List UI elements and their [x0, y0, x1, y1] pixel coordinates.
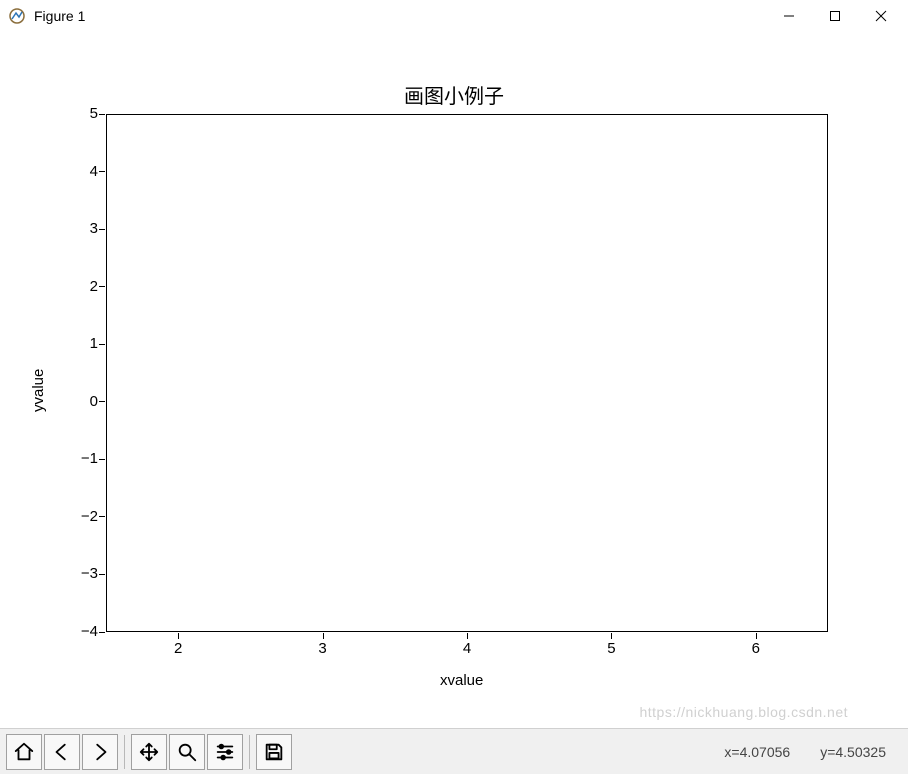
zoom-button[interactable] — [169, 734, 205, 770]
save-button[interactable] — [256, 734, 292, 770]
toolbar-separator — [124, 735, 125, 769]
pan-button[interactable] — [131, 734, 167, 770]
y-tick: 3 — [66, 220, 98, 237]
back-button[interactable] — [44, 734, 80, 770]
maximize-button[interactable] — [812, 0, 858, 32]
y-tick: −1 — [66, 450, 98, 467]
y-tick: −2 — [66, 508, 98, 525]
navigation-toolbar: x=4.07056 y=4.50325 — [0, 728, 908, 774]
forward-button[interactable] — [82, 734, 118, 770]
minimize-button[interactable] — [766, 0, 812, 32]
x-tick: 2 — [163, 640, 193, 657]
configure-subplots-button[interactable] — [207, 734, 243, 770]
x-tick: 4 — [452, 640, 482, 657]
figure-window: Figure 1 画图小例子 −4 −3 −2 −1 0 1 2 3 4 5 2 3 4 5 6 yval… — [0, 0, 908, 774]
y-tick: −3 — [66, 565, 98, 582]
y-tick: 0 — [66, 393, 98, 410]
chart-title: 画图小例子 — [0, 80, 908, 109]
x-tick: 5 — [596, 640, 626, 657]
window-title: Figure 1 — [34, 8, 85, 24]
figure-canvas[interactable]: 画图小例子 −4 −3 −2 −1 0 1 2 3 4 5 2 3 4 5 6 yvalue xvalue… — [0, 32, 908, 728]
x-axis-label: xvalue — [440, 672, 483, 689]
cursor-y: y=4.50325 — [820, 744, 886, 760]
y-tick: 5 — [66, 105, 98, 122]
cursor-x: x=4.07056 — [724, 744, 790, 760]
titlebar: Figure 1 — [0, 0, 908, 32]
y-tick: 4 — [66, 163, 98, 180]
home-button[interactable] — [6, 734, 42, 770]
plot-area[interactable] — [106, 114, 828, 632]
watermark: https://nickhuang.blog.csdn.net — [639, 704, 848, 720]
y-tick: −4 — [66, 623, 98, 640]
y-tick: 2 — [66, 278, 98, 295]
cursor-coordinates: x=4.07056 y=4.50325 — [724, 744, 902, 760]
app-icon — [8, 7, 26, 25]
x-tick: 3 — [308, 640, 338, 657]
y-tick: 1 — [66, 335, 98, 352]
close-button[interactable] — [858, 0, 904, 32]
x-tick: 6 — [741, 640, 771, 657]
y-axis-label: yvalue — [30, 369, 47, 412]
toolbar-separator — [249, 735, 250, 769]
